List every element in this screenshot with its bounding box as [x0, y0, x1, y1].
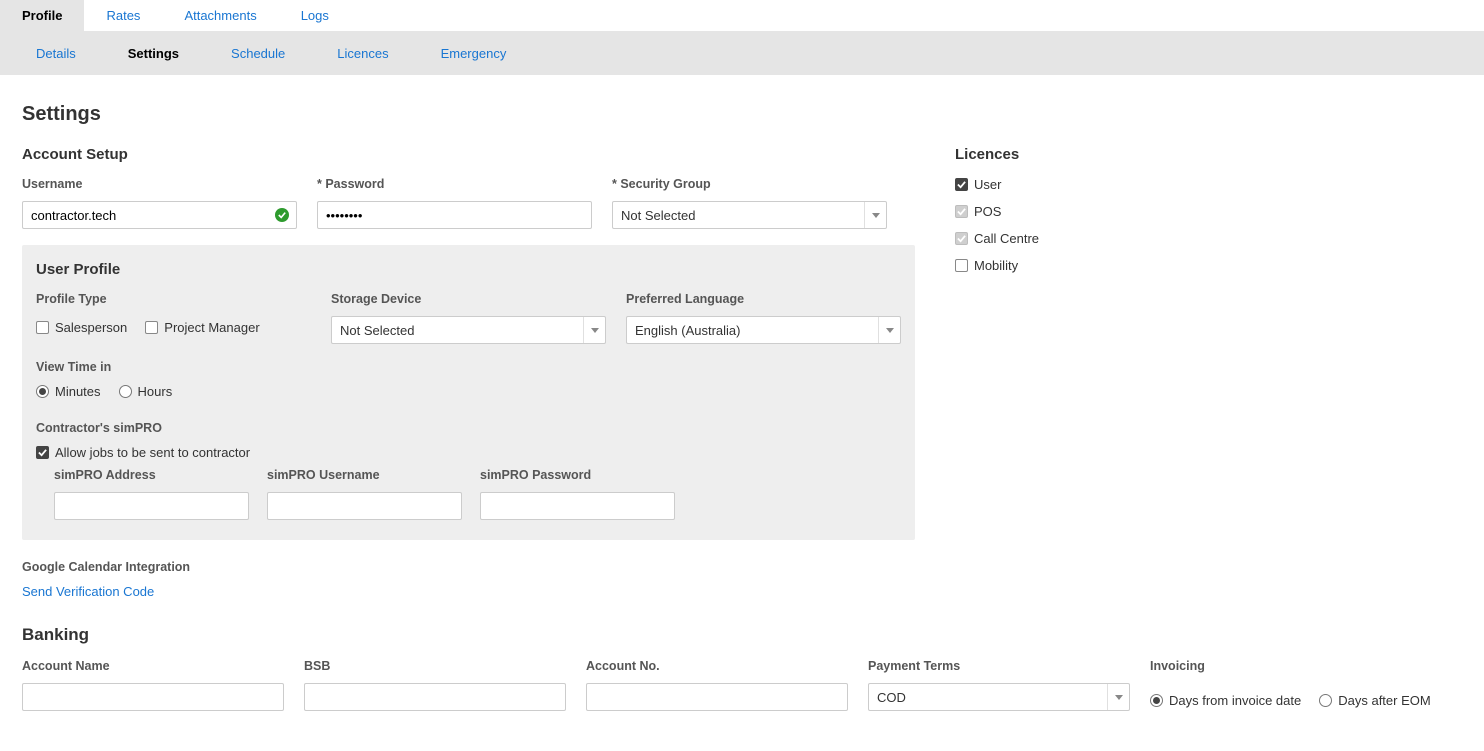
radio-days-after-eom[interactable]: Days after EOM [1319, 693, 1430, 708]
section-account-setup: Account Setup [22, 146, 915, 163]
storage-device-select[interactable]: Not Selected [331, 316, 606, 344]
subtab-emergency[interactable]: Emergency [415, 32, 533, 75]
subtab-settings[interactable]: Settings [102, 32, 205, 75]
days-after-eom-label: Days after EOM [1338, 693, 1430, 708]
bsb-input[interactable] [304, 683, 566, 711]
account-name-input[interactable] [22, 683, 284, 711]
section-user-profile: User Profile [36, 261, 901, 278]
checkbox-salesperson[interactable]: Salesperson [36, 320, 127, 335]
subtab-details[interactable]: Details [10, 32, 102, 75]
radio-days-from-invoice[interactable]: Days from invoice date [1150, 693, 1301, 708]
payment-terms-label: Payment Terms [868, 659, 1130, 673]
licence-call-centre: Call Centre [955, 231, 1462, 246]
chevron-down-icon [864, 202, 886, 228]
account-no-label: Account No. [586, 659, 848, 673]
payment-terms-select[interactable]: COD [868, 683, 1130, 711]
tab-rates[interactable]: Rates [84, 0, 162, 31]
simpro-address-label: simPRO Address [54, 468, 249, 482]
user-profile-panel: User Profile Profile Type Salesperson Pr… [22, 245, 915, 540]
licence-pos: POS [955, 204, 1462, 219]
tabs-primary: Profile Rates Attachments Logs [0, 0, 1484, 32]
chevron-down-icon [878, 317, 900, 343]
storage-device-label: Storage Device [331, 292, 606, 306]
simpro-username-input[interactable] [267, 492, 462, 520]
licence-user-label: User [974, 177, 1001, 192]
chevron-down-icon [583, 317, 605, 343]
profile-type-label: Profile Type [36, 292, 311, 306]
simpro-address-input[interactable] [54, 492, 249, 520]
licence-user[interactable]: User [955, 177, 1462, 192]
send-verification-link[interactable]: Send Verification Code [22, 584, 154, 599]
minutes-label: Minutes [55, 384, 101, 399]
google-calendar-label: Google Calendar Integration [22, 560, 915, 574]
account-no-input[interactable] [586, 683, 848, 711]
contractor-simpro-label: Contractor's simPRO [36, 421, 901, 435]
radio-minutes[interactable]: Minutes [36, 384, 101, 399]
view-time-label: View Time in [36, 360, 901, 374]
licence-pos-label: POS [974, 204, 1001, 219]
security-group-value: Not Selected [621, 208, 695, 223]
allow-jobs-label: Allow jobs to be sent to contractor [55, 445, 250, 460]
check-icon [275, 208, 289, 222]
simpro-username-label: simPRO Username [267, 468, 462, 482]
licence-call-centre-label: Call Centre [974, 231, 1039, 246]
licence-mobility[interactable]: Mobility [955, 258, 1462, 273]
security-group-select[interactable]: Not Selected [612, 201, 887, 229]
tab-attachments[interactable]: Attachments [162, 0, 278, 31]
password-input[interactable] [317, 201, 592, 229]
password-label: * Password [317, 177, 592, 191]
storage-device-value: Not Selected [340, 323, 414, 338]
chevron-down-icon [1107, 684, 1129, 710]
tab-logs[interactable]: Logs [279, 0, 351, 31]
simpro-password-input[interactable] [480, 492, 675, 520]
radio-hours[interactable]: Hours [119, 384, 173, 399]
subtab-licences[interactable]: Licences [311, 32, 414, 75]
tabs-secondary: Details Settings Schedule Licences Emerg… [0, 32, 1484, 75]
preferred-language-select[interactable]: English (Australia) [626, 316, 901, 344]
licence-mobility-label: Mobility [974, 258, 1018, 273]
subtab-schedule[interactable]: Schedule [205, 32, 311, 75]
username-input[interactable] [22, 201, 297, 229]
salesperson-label: Salesperson [55, 320, 127, 335]
preferred-language-value: English (Australia) [635, 323, 741, 338]
simpro-password-label: simPRO Password [480, 468, 675, 482]
bsb-label: BSB [304, 659, 566, 673]
section-licences: Licences [955, 146, 1462, 163]
hours-label: Hours [138, 384, 173, 399]
payment-terms-value: COD [877, 690, 906, 705]
section-banking: Banking [22, 625, 1462, 645]
page-title: Settings [22, 103, 1462, 126]
checkbox-allow-jobs[interactable]: Allow jobs to be sent to contractor [36, 445, 250, 460]
preferred-language-label: Preferred Language [626, 292, 901, 306]
account-name-label: Account Name [22, 659, 284, 673]
project-manager-label: Project Manager [164, 320, 259, 335]
security-group-label: * Security Group [612, 177, 887, 191]
tab-profile[interactable]: Profile [0, 0, 84, 31]
checkbox-project-manager[interactable]: Project Manager [145, 320, 259, 335]
days-from-invoice-label: Days from invoice date [1169, 693, 1301, 708]
invoicing-label: Invoicing [1150, 659, 1462, 673]
username-label: Username [22, 177, 297, 191]
